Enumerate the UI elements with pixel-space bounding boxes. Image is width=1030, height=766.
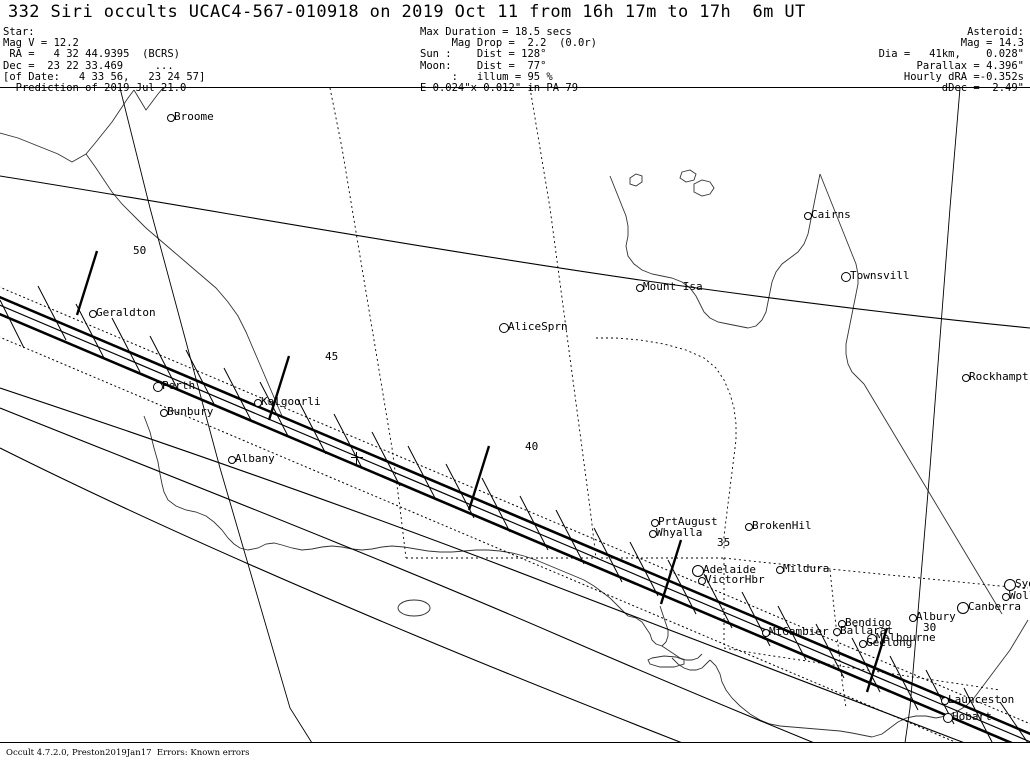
city-label: Bunbury xyxy=(167,405,214,418)
footer-credit: Occult 4.7.2.0, Preston2019Jan17 Errors:… xyxy=(6,748,250,758)
city-label: MtGambier xyxy=(769,625,829,638)
page-title: 332 Siri occults UCAC4-567-010918 on 201… xyxy=(8,2,806,22)
city-label: Cairns xyxy=(811,208,851,221)
path-time-label: 35 xyxy=(717,536,731,549)
path-northern-limit xyxy=(0,295,1030,736)
city-label: Geraldton xyxy=(96,306,156,319)
occultation-map: 50 45 40 35 30 Broome Cairns Townsvill Moun… xyxy=(0,88,1030,743)
star-data-block: Star: Mag V = 12.2 RA = 4 32 44.9395 (BC… xyxy=(3,26,206,95)
grid-cross-marker xyxy=(351,452,363,464)
city-label: Canberra xyxy=(968,600,1021,613)
city-label: Mildura xyxy=(783,562,830,575)
city-label: Mount Isa xyxy=(643,280,703,293)
city-label: Hobart xyxy=(952,710,992,723)
city-label: Geelong xyxy=(866,636,913,649)
city-label: Perth xyxy=(162,379,196,392)
city-label: VictorHbr xyxy=(705,573,765,586)
city-label: Broome xyxy=(174,110,214,123)
city-label: Launceston xyxy=(948,693,1015,706)
city-label: AliceSprn xyxy=(508,320,568,333)
path-five-minute-ticks xyxy=(75,250,889,693)
path-uncertainty-limits xyxy=(0,286,1030,743)
city-label: Sydney xyxy=(1015,577,1030,590)
city-label: Kalgoorli xyxy=(261,395,321,408)
city-label: Albany xyxy=(235,452,275,465)
footer-divider xyxy=(0,742,1030,743)
circumstances-data-block: Max Duration = 18.5 secs Mag Drop = 2.2 … xyxy=(420,26,598,95)
city-label: BrokenHil xyxy=(752,519,812,532)
meridian-line-layer xyxy=(119,88,961,743)
city-label: Albury xyxy=(916,610,956,623)
path-time-label: 45 xyxy=(325,350,339,363)
header-panel: 332 Siri occults UCAC4-567-010918 on 201… xyxy=(0,0,1030,94)
terminator-curve-layer xyxy=(0,175,1030,743)
occultation-prediction-page: 332 Siri occults UCAC4-567-010918 on 201… xyxy=(0,0,1030,766)
path-time-label: 40 xyxy=(525,440,539,453)
asteroid-data-block: Asteroid: Mag = 14.3 Dia = 41km, 0.028" … xyxy=(878,26,1024,95)
city-label: Whyalla xyxy=(656,526,703,539)
occultation-path-band xyxy=(0,295,1030,743)
path-southern-limit xyxy=(0,312,1016,743)
city-label: Townsvill xyxy=(850,269,910,282)
city-label: Rockhampt xyxy=(969,370,1029,383)
path-time-label: 50 xyxy=(133,244,147,257)
